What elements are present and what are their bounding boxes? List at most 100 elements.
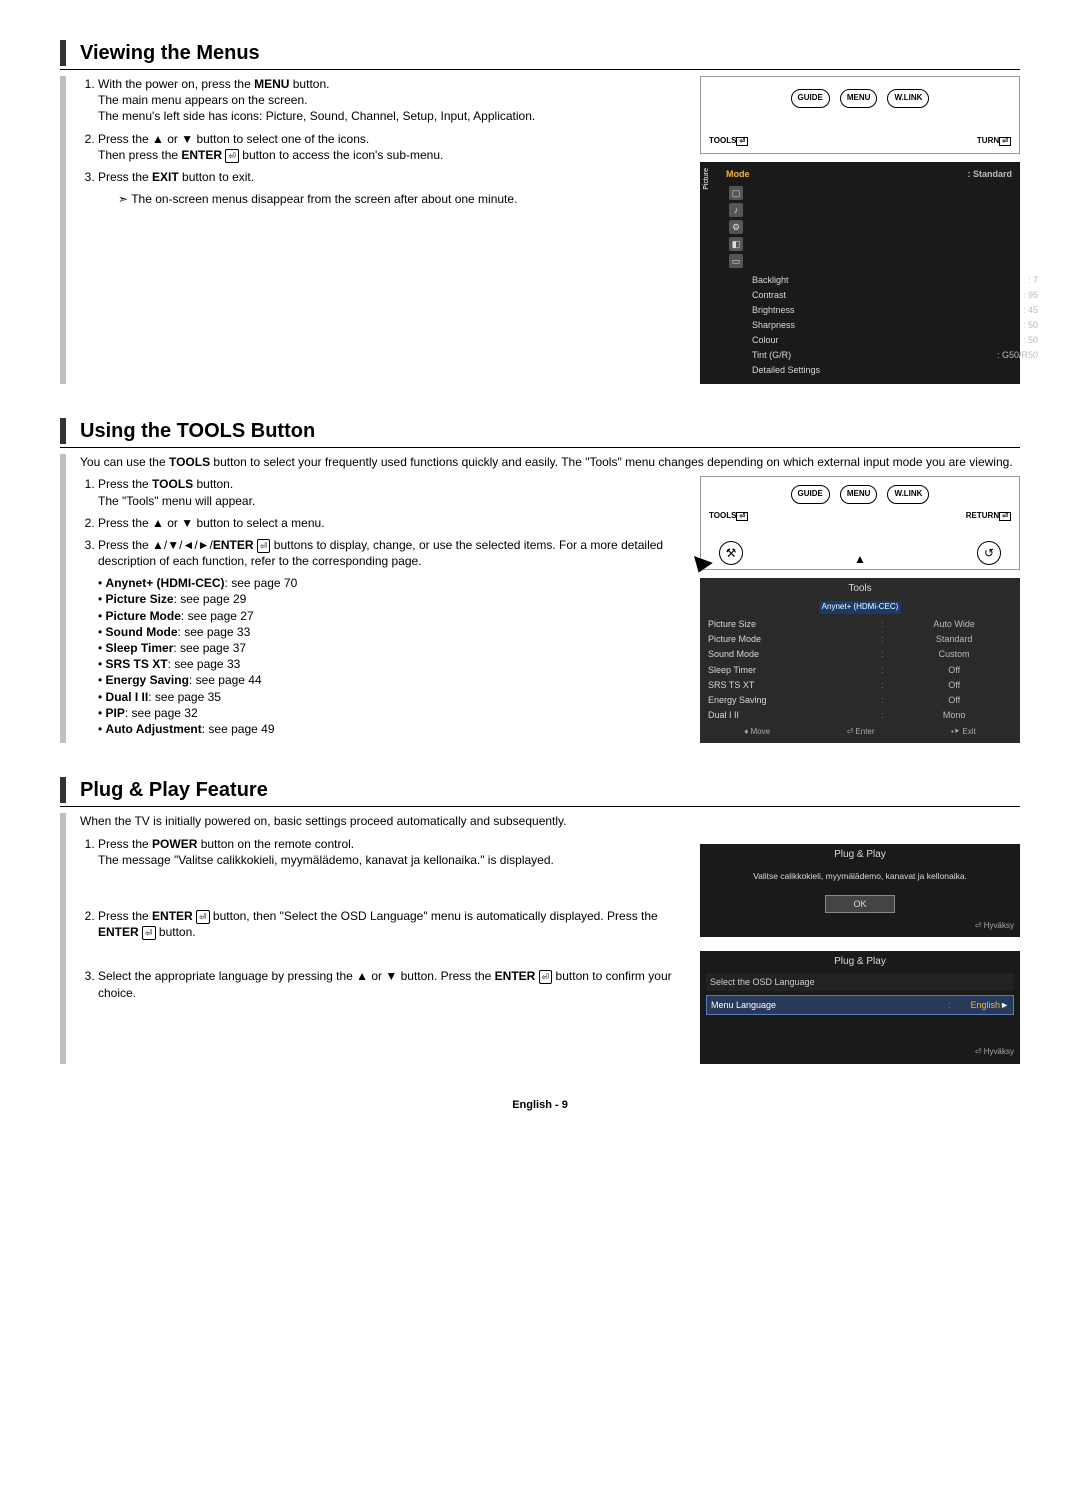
osd-tools-menu: Tools Anynet+ (HDMi-CEC) Picture Size:Au… — [700, 578, 1020, 743]
guide-button: GUIDE — [791, 89, 830, 108]
blank-row — [706, 1033, 1014, 1045]
anynet-highlight: Anynet+ (HDMi-CEC) — [819, 601, 902, 614]
step: Press the ▲ or ▼ button to select one of… — [98, 131, 684, 163]
setting-value: : 7 — [928, 272, 1040, 287]
tools-steps: Press the TOOLS button. The "Tools" menu… — [80, 476, 684, 569]
tools-label: TOOLS⏎ — [709, 136, 748, 147]
heading-tools: Using the TOOLS Button — [80, 418, 315, 445]
return-label: RETURN⏎ — [966, 511, 1011, 522]
step: Press the EXIT button to exit. — [98, 169, 684, 185]
page-footer: English - 9 — [60, 1098, 1020, 1113]
exit-hint: ▪⯈ Exit — [951, 727, 976, 738]
body-accent-bar — [60, 454, 66, 743]
enter-icon: ⏎ — [539, 970, 553, 984]
setting-label: Picture Mode — [706, 632, 870, 647]
setting-value: Off — [894, 677, 1014, 692]
remote-diagram: GUIDE MENU W.LINK TOOLS⏎ RETURN⏎ ⚒ ↺ ▲ — [700, 476, 1020, 570]
setting-value: : 95 — [928, 287, 1040, 302]
list-item: Sound Mode: see page 33 — [98, 624, 684, 640]
tools-links: Anynet+ (HDMI-CEC): see page 70Picture S… — [80, 575, 684, 737]
section-tools-button: Using the TOOLS Button You can use the T… — [60, 418, 1020, 743]
list-item: Dual I II: see page 35 — [98, 689, 684, 705]
wlink-button: W.LINK — [887, 485, 929, 504]
setting-label: Sharpness — [750, 318, 928, 333]
enter-icon: ⏎ — [257, 539, 271, 553]
setting-label: Sleep Timer — [706, 662, 870, 677]
picture-settings-table: Backlight: 7Contrast: 95Brightness: 45Sh… — [750, 272, 1040, 378]
enter-hint: ⏎ Enter — [847, 727, 875, 738]
accept-hint: ⏎ Hyväksy — [706, 1045, 1014, 1058]
return-circle-icon: ↺ — [977, 541, 1001, 565]
osd-message: Valitse calikkokieli, myymälädemo, kanav… — [706, 865, 1014, 888]
setting-value — [928, 363, 1040, 378]
setting-label: Energy Saving — [706, 692, 870, 707]
enter-icon: ⏎ — [142, 926, 156, 940]
setting-label: Sound Mode — [706, 647, 870, 662]
setting-label: Backlight — [750, 272, 928, 287]
plug-steps: Press the POWER button on the remote con… — [80, 836, 684, 1001]
menu-button: MENU — [840, 89, 878, 108]
callout-arrow-icon — [689, 556, 713, 576]
list-item: Energy Saving: see page 44 — [98, 672, 684, 688]
setting-value: : G50/R50 — [928, 348, 1040, 363]
osd-plugplay-2: Plug & Play Select the OSD Language Menu… — [700, 951, 1020, 1064]
setting-value: Custom — [894, 647, 1014, 662]
viewing-steps: With the power on, press the MENU button… — [80, 76, 684, 185]
step: Press the POWER button on the remote con… — [98, 836, 684, 868]
setting-value: Mono — [894, 707, 1014, 722]
setting-label: Picture Size — [706, 617, 870, 632]
list-item: Sleep Timer: see page 37 — [98, 640, 684, 656]
section-plug-play: Plug & Play Feature When the TV is initi… — [60, 777, 1020, 1064]
step: Select the appropriate language by press… — [98, 968, 684, 1000]
list-item: Picture Size: see page 29 — [98, 591, 684, 607]
osd-footer: ♦ Move ⏎ Enter ▪⯈ Exit — [706, 727, 1014, 738]
body-accent-bar — [60, 813, 66, 1064]
menu-icons: ▢♪⚙◧▭ — [724, 181, 748, 272]
note: ➣ The on-screen menus disappear from the… — [80, 191, 684, 207]
list-item: SRS TS XT: see page 33 — [98, 656, 684, 672]
ok-button: OK — [825, 895, 895, 913]
move-hint: ♦ Move — [744, 727, 770, 738]
heading-accent-bar — [60, 40, 66, 66]
setting-value: : 45 — [928, 302, 1040, 317]
blank-row — [706, 1018, 1014, 1030]
osd-title: Plug & Play — [706, 848, 1014, 862]
setting-value: : 50 — [928, 318, 1040, 333]
step: With the power on, press the MENU button… — [98, 76, 684, 125]
setting-value: Off — [894, 692, 1014, 707]
accept-hint: ⏎ Hyväksy — [706, 919, 1014, 932]
setting-value: Auto Wide — [894, 617, 1014, 632]
step: Press the ENTER ⏎ button, then "Select t… — [98, 908, 684, 940]
setting-label: Tint (G/R) — [750, 348, 928, 363]
osd-title: Plug & Play — [706, 955, 1014, 969]
osd-plugplay-1: Plug & Play Valitse calikkokieli, myymäl… — [700, 844, 1020, 938]
heading-viewing: Viewing the Menus — [80, 40, 260, 67]
guide-button: GUIDE — [791, 485, 830, 504]
setting-value: Off — [894, 662, 1014, 677]
body-accent-bar — [60, 76, 66, 384]
tools-intro: You can use the TOOLS button to select y… — [80, 454, 1020, 470]
heading-plug: Plug & Play Feature — [80, 777, 268, 804]
step: Press the TOOLS button. The "Tools" menu… — [98, 476, 684, 508]
menu-button: MENU — [840, 485, 878, 504]
mode-value: : Standard — [829, 166, 1014, 181]
wlink-button: W.LINK — [887, 89, 929, 108]
tools-settings-table: Picture Size:Auto WidePicture Mode:Stand… — [706, 617, 1014, 723]
turn-label: TURN⏎ — [977, 136, 1011, 147]
heading-accent-bar — [60, 777, 66, 803]
setting-value: Standard — [894, 632, 1014, 647]
tools-circle-icon: ⚒ — [719, 541, 743, 565]
enter-icon: ⏎ — [196, 910, 210, 924]
up-arrow-icon: ▲ — [854, 551, 866, 567]
step: Press the ▲ or ▼ button to select a menu… — [98, 515, 684, 531]
picture-tab: Picture — [702, 168, 711, 190]
heading-accent-bar — [60, 418, 66, 444]
setting-label: Dual I II — [706, 707, 870, 722]
list-item: Picture Mode: see page 27 — [98, 608, 684, 624]
osd-tools-title: Tools — [706, 582, 1014, 596]
list-item: Auto Adjustment: see page 49 — [98, 721, 684, 737]
language-row: Menu Language : English ► — [706, 995, 1014, 1015]
mode-label: Mode — [724, 166, 829, 181]
setting-label: SRS TS XT — [706, 677, 870, 692]
setting-value: : 50 — [928, 333, 1040, 348]
